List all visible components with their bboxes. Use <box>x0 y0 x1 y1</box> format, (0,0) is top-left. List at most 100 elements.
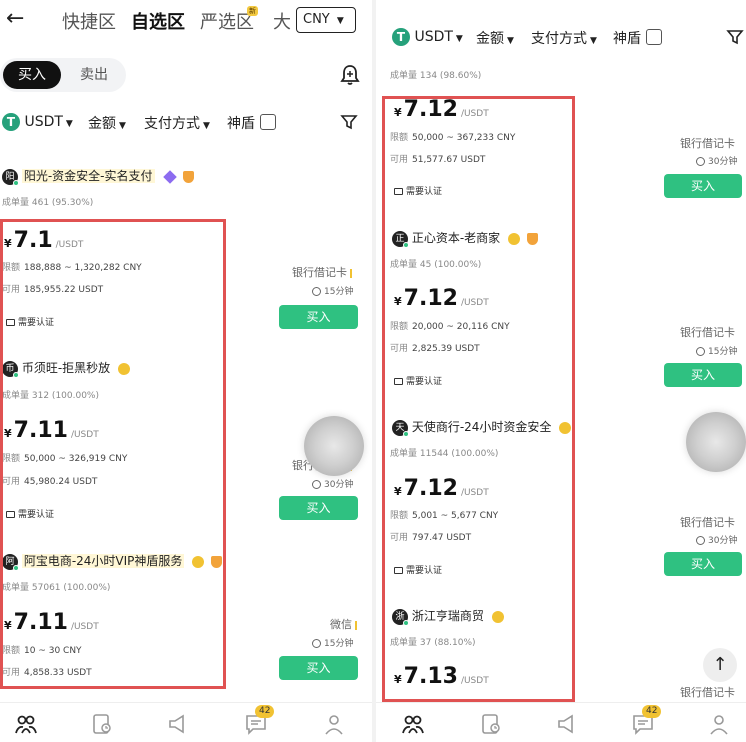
available-value: 2,825.39 USDT <box>412 344 480 354</box>
clock-icon <box>696 347 705 356</box>
online-status-dot <box>403 619 409 626</box>
chevron-down-icon: ▼ <box>507 36 514 46</box>
verification-required: 需要认证 <box>6 315 54 328</box>
bottom-navigation: 42 <box>0 702 372 742</box>
amount-filter[interactable]: 金额 ▼ <box>88 113 126 133</box>
payment-method: 微信 <box>330 616 357 632</box>
p2p-users-icon[interactable] <box>15 713 37 735</box>
messages-tab[interactable]: 42 <box>632 705 662 739</box>
floating-assistant-ball[interactable] <box>304 416 364 476</box>
shield-checkbox[interactable] <box>646 29 662 45</box>
offer-limit: 限额 50,000 ~ 326,919 CNY <box>2 451 127 464</box>
payment-filter[interactable]: 支付方式 ▼ <box>144 113 210 133</box>
profile-user-icon[interactable] <box>323 713 345 735</box>
new-badge: 新 <box>247 6 258 16</box>
id-card-icon <box>6 319 15 326</box>
price-value: 7.1 <box>13 228 53 253</box>
orders-clock-icon[interactable] <box>480 713 502 735</box>
offer-price: ¥7.1/USDT <box>4 228 83 253</box>
stat-label: 成单量 <box>390 449 418 459</box>
verification-text: 需要认证 <box>406 566 443 576</box>
price-unit: /USDT <box>460 109 489 119</box>
offer-available: 可用 4,858.33 USDT <box>2 665 92 678</box>
coin-filter[interactable]: T USDT ▼ <box>2 113 73 131</box>
limit-value: 50,000 ~ 326,919 CNY <box>24 454 128 464</box>
messages-tab[interactable]: 42 <box>245 705 275 739</box>
buy-tab[interactable]: 买入 <box>3 61 61 89</box>
profile-user-icon[interactable] <box>708 713 730 735</box>
orders-clock-icon[interactable] <box>91 713 113 735</box>
online-status-dot <box>403 430 409 437</box>
merchant-name-row[interactable]: 浙 浙江亨瑞商贸 <box>392 607 504 626</box>
shield-badge-icon <box>183 170 195 183</box>
limit-value: 188,888 ~ 1,320,282 CNY <box>24 263 142 273</box>
scroll-to-top-button[interactable]: ↑ <box>703 648 737 682</box>
payment-filter[interactable]: 支付方式 ▼ <box>531 28 597 48</box>
currency-symbol: ¥ <box>4 619 12 632</box>
offer-available: 可用 2,825.39 USDT <box>390 341 480 354</box>
limit-label: 限额 <box>2 263 21 273</box>
message-count-badge: 42 <box>642 705 662 718</box>
stat-value: 11544 (100.00%) <box>419 449 499 459</box>
time-limit-text: 30分钟 <box>708 536 738 546</box>
back-arrow-icon[interactable]: ← <box>6 6 24 31</box>
tab-self-select-zone[interactable]: 自选区 <box>131 8 185 34</box>
merchant-name-row[interactable]: 正 正心资本-老商家 <box>392 229 538 248</box>
id-card-icon <box>394 567 403 574</box>
p2p-users-icon[interactable] <box>402 713 424 735</box>
limit-label: 限额 <box>390 322 409 332</box>
floating-assistant-ball[interactable] <box>686 412 746 472</box>
shield-checkbox[interactable] <box>260 114 276 130</box>
currency-select[interactable]: CNY ▼ <box>296 7 356 33</box>
stat-value: 45 (100.00%) <box>419 260 482 270</box>
shield-badge-icon <box>526 232 538 245</box>
available-label: 可用 <box>390 344 409 354</box>
merchant-name: 阿宝电商-24小时VIP神盾服务 <box>21 554 185 568</box>
merchant-name-row[interactable]: 阿 阿宝电商-24小时VIP神盾服务 <box>2 552 223 571</box>
coin-filter-label: USDT <box>24 114 63 130</box>
currency-symbol: ¥ <box>394 106 402 119</box>
filter-funnel-icon[interactable] <box>726 28 744 46</box>
verification-text: 需要认证 <box>406 377 443 387</box>
offer-limit: 限额 5,001 ~ 5,677 CNY <box>390 508 498 521</box>
buy-button[interactable]: 买入 <box>279 496 358 520</box>
merchant-name-row[interactable]: 阳 阳光-资金安全-实名支付 <box>2 167 195 186</box>
limit-value: 5,001 ~ 5,677 CNY <box>412 511 499 521</box>
announcement-megaphone-icon[interactable] <box>167 713 189 735</box>
merchant-name: 币须旺-拒黑秒放 <box>21 361 111 375</box>
stat-label: 成单量 <box>2 583 30 593</box>
available-label: 可用 <box>2 477 21 487</box>
online-status-dot <box>13 371 19 378</box>
tab-strict-select-zone[interactable]: 严选区 <box>200 8 254 34</box>
merchant-name-row[interactable]: 天 天使商行-24小时资金安全 <box>392 418 572 437</box>
price-value: 7.11 <box>13 610 68 635</box>
shield-filter-label: 神盾 <box>613 31 641 47</box>
bottom-navigation: 42 <box>376 702 746 742</box>
limit-value: 20,000 ~ 20,116 CNY <box>412 322 510 332</box>
buy-button[interactable]: 买入 <box>664 363 742 387</box>
verification-text: 需要认证 <box>18 318 55 328</box>
sell-tab[interactable]: 卖出 <box>66 61 122 89</box>
tab-quick-zone[interactable]: 快捷区 <box>62 8 116 34</box>
limit-label: 限额 <box>390 511 409 521</box>
available-value: 4,858.33 USDT <box>24 668 92 678</box>
merchant-stats: 成单量 312 (100.00%) <box>2 388 99 401</box>
chevron-down-icon: ▼ <box>336 16 344 26</box>
buy-button[interactable]: 买入 <box>664 552 742 576</box>
time-limit-text: 15分钟 <box>324 639 354 649</box>
buy-button[interactable]: 买入 <box>279 656 358 680</box>
stat-value: 134 (98.60%) <box>419 71 482 81</box>
left-screenshot-panel: ← 快捷区 自选区 严选区 新 大 CNY ▼ 买入 卖出 T USDT ▼ 金额… <box>0 0 372 742</box>
notification-bell-icon[interactable] <box>340 64 360 86</box>
offer-price: ¥7.12/USDT <box>394 476 489 501</box>
filter-funnel-icon[interactable] <box>340 113 358 131</box>
announcement-megaphone-icon[interactable] <box>556 713 578 735</box>
buy-button[interactable]: 买入 <box>279 305 358 329</box>
id-card-icon <box>6 511 15 518</box>
time-limit: 30分钟 <box>696 533 737 546</box>
buy-button[interactable]: 买入 <box>664 174 742 198</box>
amount-filter[interactable]: 金额 ▼ <box>476 28 514 48</box>
coin-filter[interactable]: T USDT ▼ <box>392 28 463 46</box>
tab-large-zone[interactable]: 大 <box>273 8 291 34</box>
merchant-name-row[interactable]: 币 币须旺-拒黑秒放 <box>2 359 130 378</box>
